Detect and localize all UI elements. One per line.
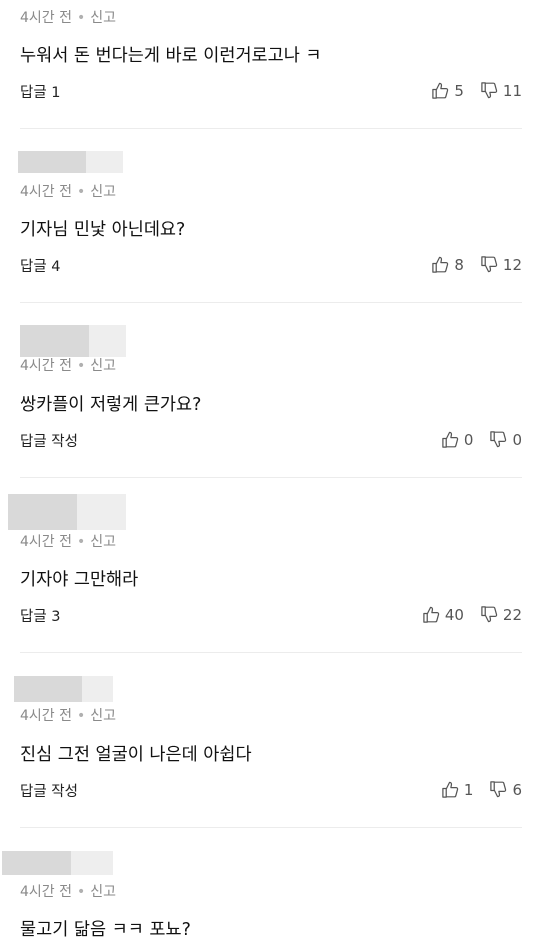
thumbs-up-icon — [432, 256, 449, 273]
blur-fade — [71, 851, 113, 875]
comment-text: 기자님 민낯 아닌데요? — [20, 220, 186, 240]
dislike-button[interactable]: 11 — [480, 81, 522, 100]
like-button[interactable]: 8 — [431, 255, 464, 274]
like-count: 8 — [454, 255, 464, 274]
dislike-count: 12 — [502, 255, 522, 274]
comment-time: 4시간 전 — [20, 534, 72, 550]
blurred-username — [20, 325, 126, 357]
vote-group: 1 6 — [441, 780, 522, 799]
meta-separator: • — [77, 358, 86, 374]
comment-meta: 4시간 전 • 신고 — [20, 705, 116, 725]
comment-time: 4시간 전 — [20, 358, 72, 374]
thumbs-up-icon — [442, 431, 459, 448]
blur-fade — [82, 676, 113, 702]
like-button[interactable]: 40 — [422, 605, 464, 624]
dislike-count: 0 — [512, 430, 522, 449]
dislike-button[interactable]: 6 — [489, 780, 522, 799]
comment-meta: 4시간 전 • 신고 — [20, 7, 116, 27]
dislike-button[interactable]: 0 — [489, 430, 522, 449]
blur-fade — [86, 151, 123, 173]
blurred-username — [14, 676, 113, 702]
comment-text: 물고기 닮음 ㅋㅋ 포뇨? — [20, 920, 191, 940]
divider — [20, 128, 522, 129]
thumbs-up-icon — [442, 781, 459, 798]
thumbs-up-icon — [423, 606, 440, 623]
report-link[interactable]: 신고 — [90, 10, 116, 26]
comment-text: 기자야 그만해라 — [20, 570, 139, 590]
divider — [20, 302, 522, 303]
dislike-count: 6 — [512, 780, 522, 799]
meta-separator: • — [77, 708, 86, 724]
comment-meta: 4시간 전 • 신고 — [20, 355, 116, 375]
comment-meta: 4시간 전 • 신고 — [20, 881, 116, 901]
meta-separator: • — [77, 184, 86, 200]
report-link[interactable]: 신고 — [90, 884, 116, 900]
blur-fade — [77, 494, 126, 530]
divider — [20, 827, 522, 828]
dislike-button[interactable]: 12 — [480, 255, 522, 274]
like-count: 0 — [463, 430, 474, 449]
report-link[interactable]: 신고 — [90, 184, 116, 200]
report-link[interactable]: 신고 — [90, 534, 116, 550]
report-link[interactable]: 신고 — [90, 358, 116, 374]
reply-button[interactable]: 답글 작성 — [20, 430, 78, 451]
vote-group: 8 12 — [431, 255, 522, 274]
vote-group: 40 22 — [422, 605, 522, 624]
comment-meta: 4시간 전 • 신고 — [20, 531, 116, 551]
vote-group: 5 11 — [431, 81, 522, 100]
comment-time: 4시간 전 — [20, 10, 72, 26]
like-count: 5 — [454, 81, 464, 100]
dislike-button[interactable]: 22 — [480, 605, 522, 624]
meta-separator: • — [77, 884, 86, 900]
comment-time: 4시간 전 — [20, 184, 72, 200]
reply-button[interactable]: 답글 4 — [20, 255, 61, 276]
blur-fade — [89, 325, 126, 357]
thumbs-down-icon — [490, 431, 507, 448]
divider — [20, 477, 522, 478]
blurred-username — [8, 494, 126, 530]
report-link[interactable]: 신고 — [90, 708, 116, 724]
comment-time: 4시간 전 — [20, 884, 72, 900]
meta-separator: • — [77, 534, 86, 550]
comment-time: 4시간 전 — [20, 708, 72, 724]
thumbs-down-icon — [481, 606, 498, 623]
thumbs-up-icon — [432, 82, 449, 99]
thumbs-down-icon — [490, 781, 507, 798]
comment-text: 쌍카플이 저렇게 큰가요? — [20, 395, 202, 415]
like-count: 1 — [463, 780, 474, 799]
like-button[interactable]: 1 — [441, 780, 474, 799]
thumbs-down-icon — [481, 82, 498, 99]
reply-button[interactable]: 답글 1 — [20, 81, 61, 102]
reply-button[interactable]: 답글 작성 — [20, 780, 78, 801]
meta-separator: • — [77, 10, 86, 26]
blurred-username — [2, 851, 113, 875]
comment-text: 진심 그전 얼굴이 나은데 아쉽다 — [20, 745, 252, 765]
like-button[interactable]: 0 — [441, 430, 474, 449]
comment-meta: 4시간 전 • 신고 — [20, 181, 116, 201]
vote-group: 0 0 — [441, 430, 522, 449]
divider — [20, 652, 522, 653]
blurred-username — [18, 151, 123, 173]
reply-button[interactable]: 답글 3 — [20, 605, 61, 626]
like-count: 40 — [444, 605, 464, 624]
dislike-count: 22 — [502, 605, 522, 624]
comment-text: 누워서 돈 번다는게 바로 이런거로고나 ㅋ — [20, 46, 322, 66]
like-button[interactable]: 5 — [431, 81, 464, 100]
thumbs-down-icon — [481, 256, 498, 273]
dislike-count: 11 — [502, 81, 522, 100]
